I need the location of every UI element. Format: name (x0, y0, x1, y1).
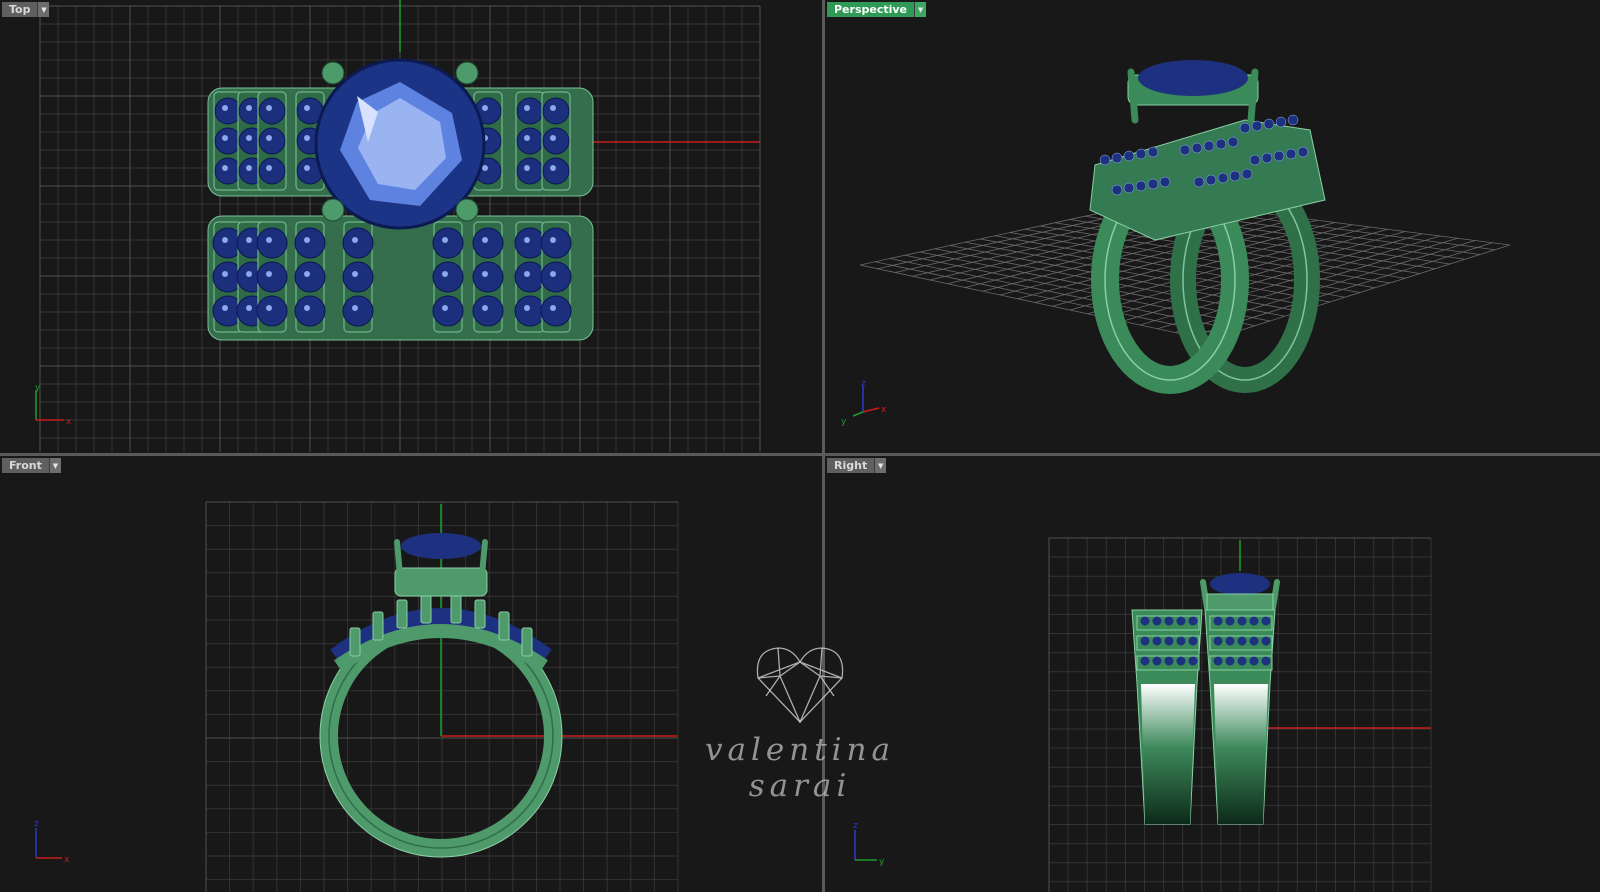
svg-text:x: x (66, 417, 72, 427)
chevron-down-icon[interactable]: ▼ (37, 2, 50, 17)
chevron-down-icon[interactable]: ▼ (874, 458, 887, 473)
center-stone (314, 58, 486, 230)
viewport-top[interactable]: Top ▼ y x (0, 0, 822, 453)
viewport-tab-front[interactable]: Front ▼ (2, 458, 61, 473)
top-view-scene (39, 0, 761, 452)
viewport-label-right: Right (827, 458, 875, 473)
viewport-front[interactable]: Front ▼ z x (0, 456, 822, 892)
band-lower (207, 215, 594, 341)
svg-text:z: z (34, 819, 39, 829)
axis-indicator-top: y x (35, 383, 72, 427)
svg-text:y: y (879, 857, 885, 867)
construction-grid (205, 501, 679, 892)
right-view-scene (1048, 537, 1432, 892)
viewport-perspective[interactable]: Perspective ▼ z y x (825, 0, 1600, 453)
ring-perspective-model (1089, 60, 1326, 394)
viewport-tab-top[interactable]: Top ▼ (2, 2, 50, 17)
front-view-scene (205, 501, 679, 892)
viewport-label-top: Top (2, 2, 38, 17)
viewport-tab-right[interactable]: Right ▼ (827, 458, 887, 473)
axis-indicator-perspective: z y x (841, 379, 887, 427)
chevron-down-icon[interactable]: ▼ (48, 458, 61, 473)
svg-text:y: y (841, 417, 847, 427)
svg-text:z: z (853, 821, 858, 831)
svg-text:x: x (64, 855, 70, 865)
perspective-view-scene (859, 60, 1511, 394)
viewport-label-front: Front (2, 458, 49, 473)
viewport-label-perspective: Perspective (827, 2, 915, 17)
viewport-right[interactable]: Right ▼ z y (825, 456, 1600, 892)
svg-text:y: y (35, 383, 41, 393)
svg-text:x: x (881, 405, 887, 415)
axis-indicator-front: z x (34, 819, 70, 865)
axis-indicator-right: z y (853, 821, 885, 867)
chevron-down-icon[interactable]: ▼ (914, 2, 927, 17)
viewport-tab-perspective[interactable]: Perspective ▼ (827, 2, 927, 17)
svg-text:z: z (861, 379, 866, 389)
